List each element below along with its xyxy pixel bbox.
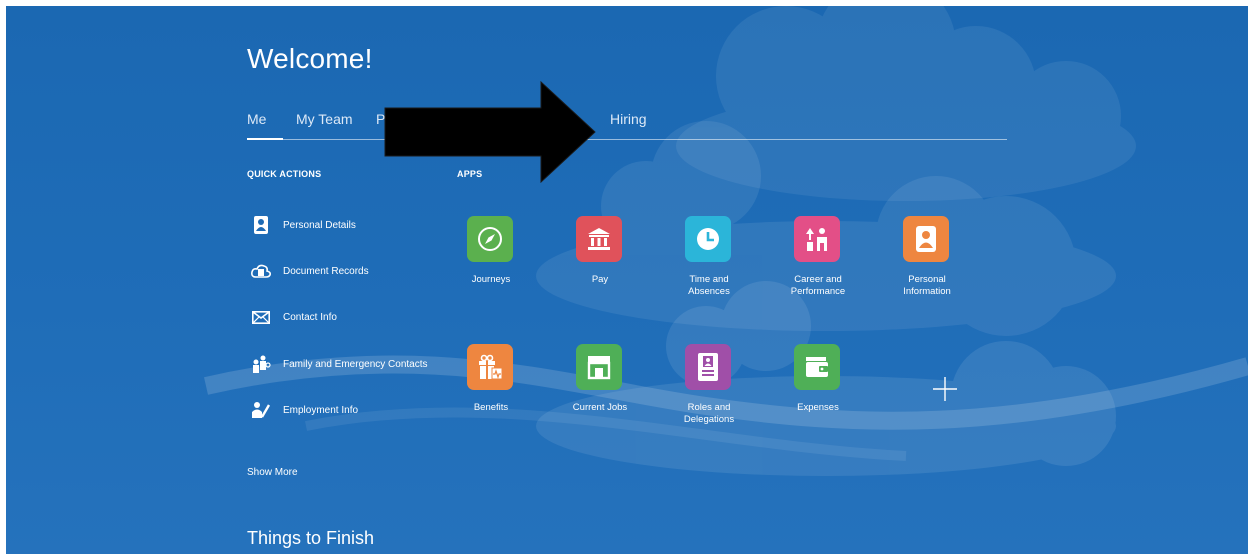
quick-action-label: Document Records — [283, 265, 369, 277]
id-badge-icon — [685, 344, 731, 390]
wallet-icon — [794, 344, 840, 390]
app-tile-label: Career and Performance — [790, 274, 846, 297]
app-tile-label: Time and Absences — [688, 274, 730, 297]
app-tile-label: Roles and Delegations — [683, 402, 735, 425]
bank-icon — [576, 216, 622, 262]
quick-action-label: Contact Info — [283, 311, 337, 323]
black-arrow-right-icon — [384, 80, 596, 188]
clock-icon — [685, 216, 731, 262]
tab-hiring[interactable]: Hiring — [610, 111, 647, 127]
app-tile-label: Current Jobs — [572, 402, 628, 413]
things-to-finish-heading: Things to Finish — [247, 528, 375, 548]
storefront-icon — [576, 344, 622, 390]
app-tile-time-absences[interactable]: Time and Absences — [654, 216, 764, 306]
quick-action-family-emergency-contacts[interactable]: Family and Emergency Contacts — [251, 354, 428, 374]
app-tile-pay[interactable]: Pay — [545, 216, 655, 296]
app-tile-roles-delegations[interactable]: Roles and Delegations — [654, 344, 764, 434]
career-people-icon — [794, 216, 840, 262]
document-cloud-icon — [251, 261, 271, 281]
app-tile-benefits[interactable]: Benefits — [436, 344, 546, 424]
app-tile-label: Journeys — [471, 274, 511, 285]
app-tile-label: Personal Information — [903, 274, 951, 297]
quick-action-label: Family and Emergency Contacts — [283, 358, 428, 370]
tab-divider — [247, 139, 1007, 140]
tab-selected-indicator — [247, 138, 283, 140]
quick-action-personal-details[interactable]: Personal Details — [251, 215, 356, 235]
app-tile-current-jobs[interactable]: Current Jobs — [545, 344, 655, 424]
app-tile-journeys[interactable]: Journeys — [436, 216, 546, 296]
gift-icon — [467, 344, 513, 390]
tab-my-team[interactable]: My Team — [296, 111, 353, 127]
plus-icon[interactable] — [932, 376, 958, 402]
person-badge-icon — [903, 216, 949, 262]
quick-action-employment-info[interactable]: Employment Info — [251, 400, 358, 420]
app-tile-label: Expenses — [797, 402, 839, 413]
app-tile-label: Pay — [591, 274, 609, 285]
tab-me[interactable]: Me — [247, 111, 266, 127]
app-tile-career-performance[interactable]: Career and Performance — [763, 216, 873, 306]
app-tile-personal-information[interactable]: Personal Information — [872, 216, 982, 306]
quick-action-label: Personal Details — [283, 219, 356, 231]
quick-action-document-records[interactable]: Document Records — [251, 261, 369, 281]
app-tile-expenses[interactable]: Expenses — [763, 344, 873, 424]
employee-edit-icon — [251, 400, 271, 420]
person-badge-icon — [251, 215, 271, 235]
page-title: Welcome! — [247, 43, 373, 74]
show-more-link[interactable]: Show More — [247, 467, 298, 478]
compass-icon — [467, 216, 513, 262]
app-tile-label: Benefits — [473, 402, 509, 413]
quick-actions-heading: QUICK ACTIONS — [247, 169, 322, 179]
home-page: Welcome! Me My Team P Hiring QUICK ACTIO… — [6, 6, 1248, 554]
quick-action-contact-info[interactable]: Contact Info — [251, 307, 337, 327]
quick-action-label: Employment Info — [283, 404, 359, 416]
family-icon — [251, 354, 271, 374]
envelope-icon — [251, 307, 271, 327]
